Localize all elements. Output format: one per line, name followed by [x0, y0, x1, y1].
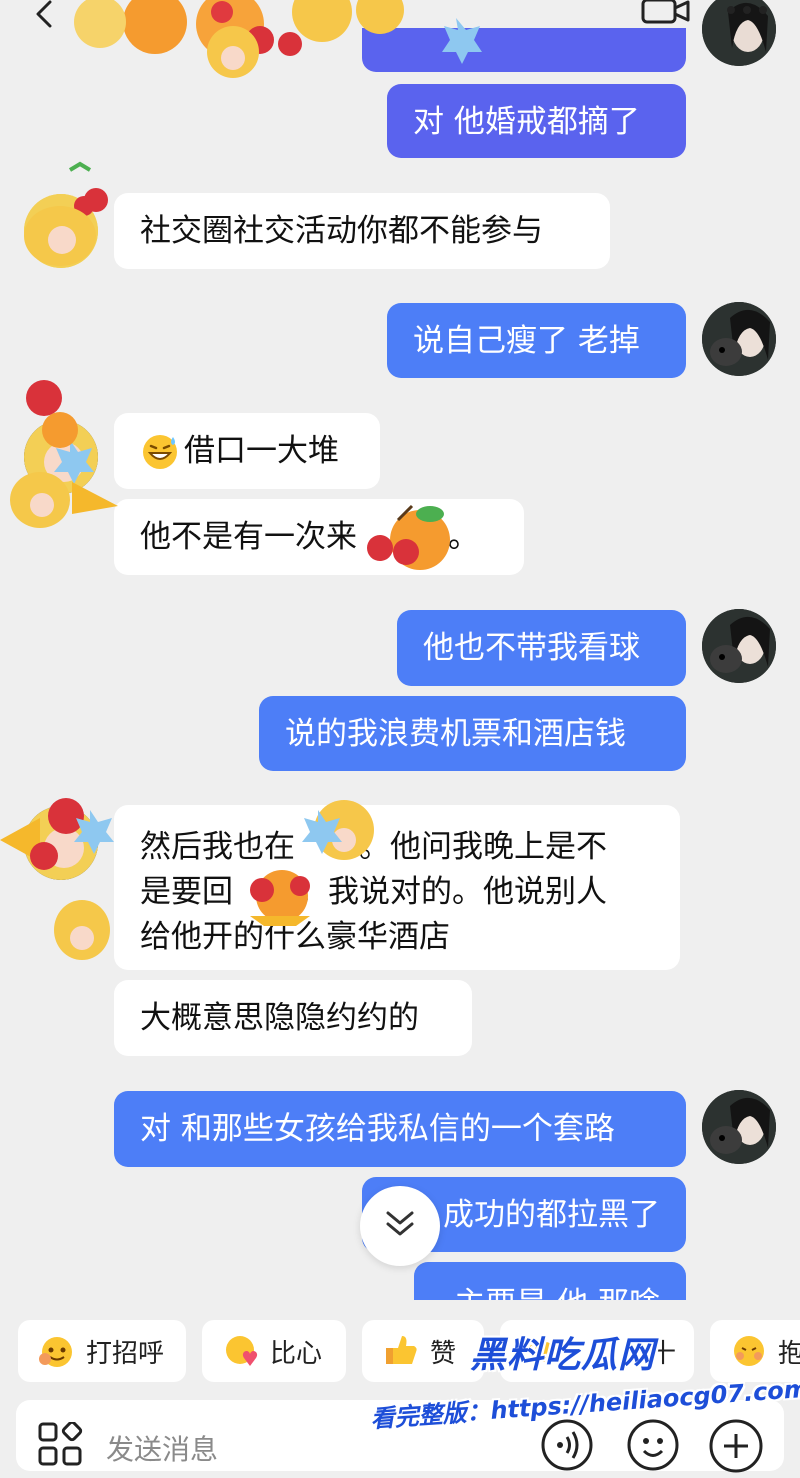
plus-icon[interactable]: [708, 1418, 764, 1474]
avatar-self[interactable]: [702, 302, 776, 376]
message-bubble-outgoing[interactable]: 说自己瘦了 老掉: [387, 303, 686, 378]
message-bubble-incoming[interactable]: 大概意思隐隐约约的: [114, 980, 472, 1056]
hug-emoji-icon: [730, 1332, 768, 1370]
message-bubble-incoming[interactable]: 然后我也在 。他问我晚上是不 是要回 。我说对的。他说别人 给他开的什么豪华酒店: [114, 805, 680, 970]
message-text: 主要是 他 那啥: [454, 1286, 660, 1300]
quick-reply-label: 赞: [430, 1338, 457, 1369]
message-bubble-outgoing[interactable]: 对 和那些女孩给我私信的一个套路: [114, 1091, 686, 1167]
quick-reply-chip[interactable]: 抱: [710, 1320, 800, 1382]
message-text: 对 和那些女孩给我私信的一个套路: [140, 1111, 615, 1147]
message-line: 给他开的什么豪华酒店: [140, 919, 450, 955]
fist-emoji-icon: [522, 1332, 560, 1370]
message-line: 是要回 。我说对的。他说别人: [140, 874, 607, 910]
quick-reply-label: 抱: [778, 1338, 800, 1369]
message-input-bar: 发送消息: [0, 1400, 800, 1474]
message-bubble-incoming[interactable]: 他不是有一次来 吗。: [114, 499, 524, 575]
avatar-contact[interactable]: [24, 420, 98, 494]
video-call-icon[interactable]: [640, 0, 692, 26]
double-chevron-down-icon: [383, 1209, 417, 1243]
quick-reply-chip[interactable]: 赞: [362, 1320, 484, 1382]
message-text: 他不是有一次来: [140, 519, 357, 555]
quick-reply-label: 十: [649, 1338, 676, 1369]
message-placeholder: 发送消息: [106, 1433, 219, 1466]
message-text: 对 他婚戒都摘了: [413, 104, 640, 140]
emoji-face-icon[interactable]: [626, 1418, 680, 1472]
hello-emoji-icon: [38, 1332, 76, 1370]
message-text-tail: 吗。: [417, 519, 479, 555]
grin-sweat-emoji-icon: [140, 431, 180, 471]
message-text: 说自己瘦了 老掉: [413, 323, 640, 359]
avatar-self[interactable]: [702, 609, 776, 683]
message-line: 然后我也在 。他问我晚上是不: [140, 829, 607, 865]
message-text: 大概意思隐隐约约的: [140, 1000, 419, 1036]
quick-reply-chip[interactable]: 打招呼: [18, 1320, 186, 1382]
message-bubble-incoming[interactable]: 社交圈社交活动你都不能参与: [114, 193, 610, 269]
message-bubble-outgoing[interactable]: 主要是 他 那啥: [414, 1262, 686, 1300]
message-text: 说的我浪费机票和酒店钱: [285, 716, 626, 752]
more-dots-icon[interactable]: [725, 2, 769, 18]
avatar-self[interactable]: [702, 1090, 776, 1164]
thumbs-up-emoji-icon: [382, 1332, 420, 1370]
avatar-contact[interactable]: [24, 194, 98, 268]
quick-reply-chip[interactable]: 十: [500, 1320, 694, 1382]
message-text: 社交圈社交活动你都不能参与: [140, 213, 543, 249]
scroll-to-bottom-button[interactable]: [360, 1186, 440, 1266]
message-text: 借口一大堆: [184, 433, 339, 469]
message-bubble-incoming[interactable]: 借口一大堆: [114, 413, 380, 489]
message-text: 他也不带我看球: [423, 630, 640, 666]
message-bubble-outgoing[interactable]: 对 他婚戒都摘了: [387, 84, 686, 158]
apps-grid-icon[interactable]: [38, 1420, 84, 1468]
heart-hands-emoji-icon: [222, 1332, 260, 1370]
voice-icon[interactable]: [540, 1418, 594, 1472]
quick-reply-label: 打招呼: [86, 1338, 165, 1369]
message-bubble-outgoing[interactable]: 他也不带我看球: [397, 610, 686, 686]
quick-reply-bar: 打招呼 比心 赞 十 抱: [0, 1300, 800, 1400]
message-text: 成功的都拉黑了: [443, 1197, 660, 1233]
message-bubble-outgoing[interactable]: 说的我浪费机票和酒店钱: [259, 696, 686, 771]
quick-reply-chip[interactable]: 比心: [202, 1320, 346, 1382]
quick-reply-label: 比心: [270, 1338, 323, 1369]
chat-area[interactable]: 对 他婚戒都摘了 社交圈社交活动你都不能参与 说自己瘦了 老掉 借口一大堆 他不…: [0, 0, 800, 1300]
chat-header: [0, 0, 800, 50]
back-chevron-icon[interactable]: [30, 0, 60, 30]
avatar-contact[interactable]: [24, 806, 98, 880]
